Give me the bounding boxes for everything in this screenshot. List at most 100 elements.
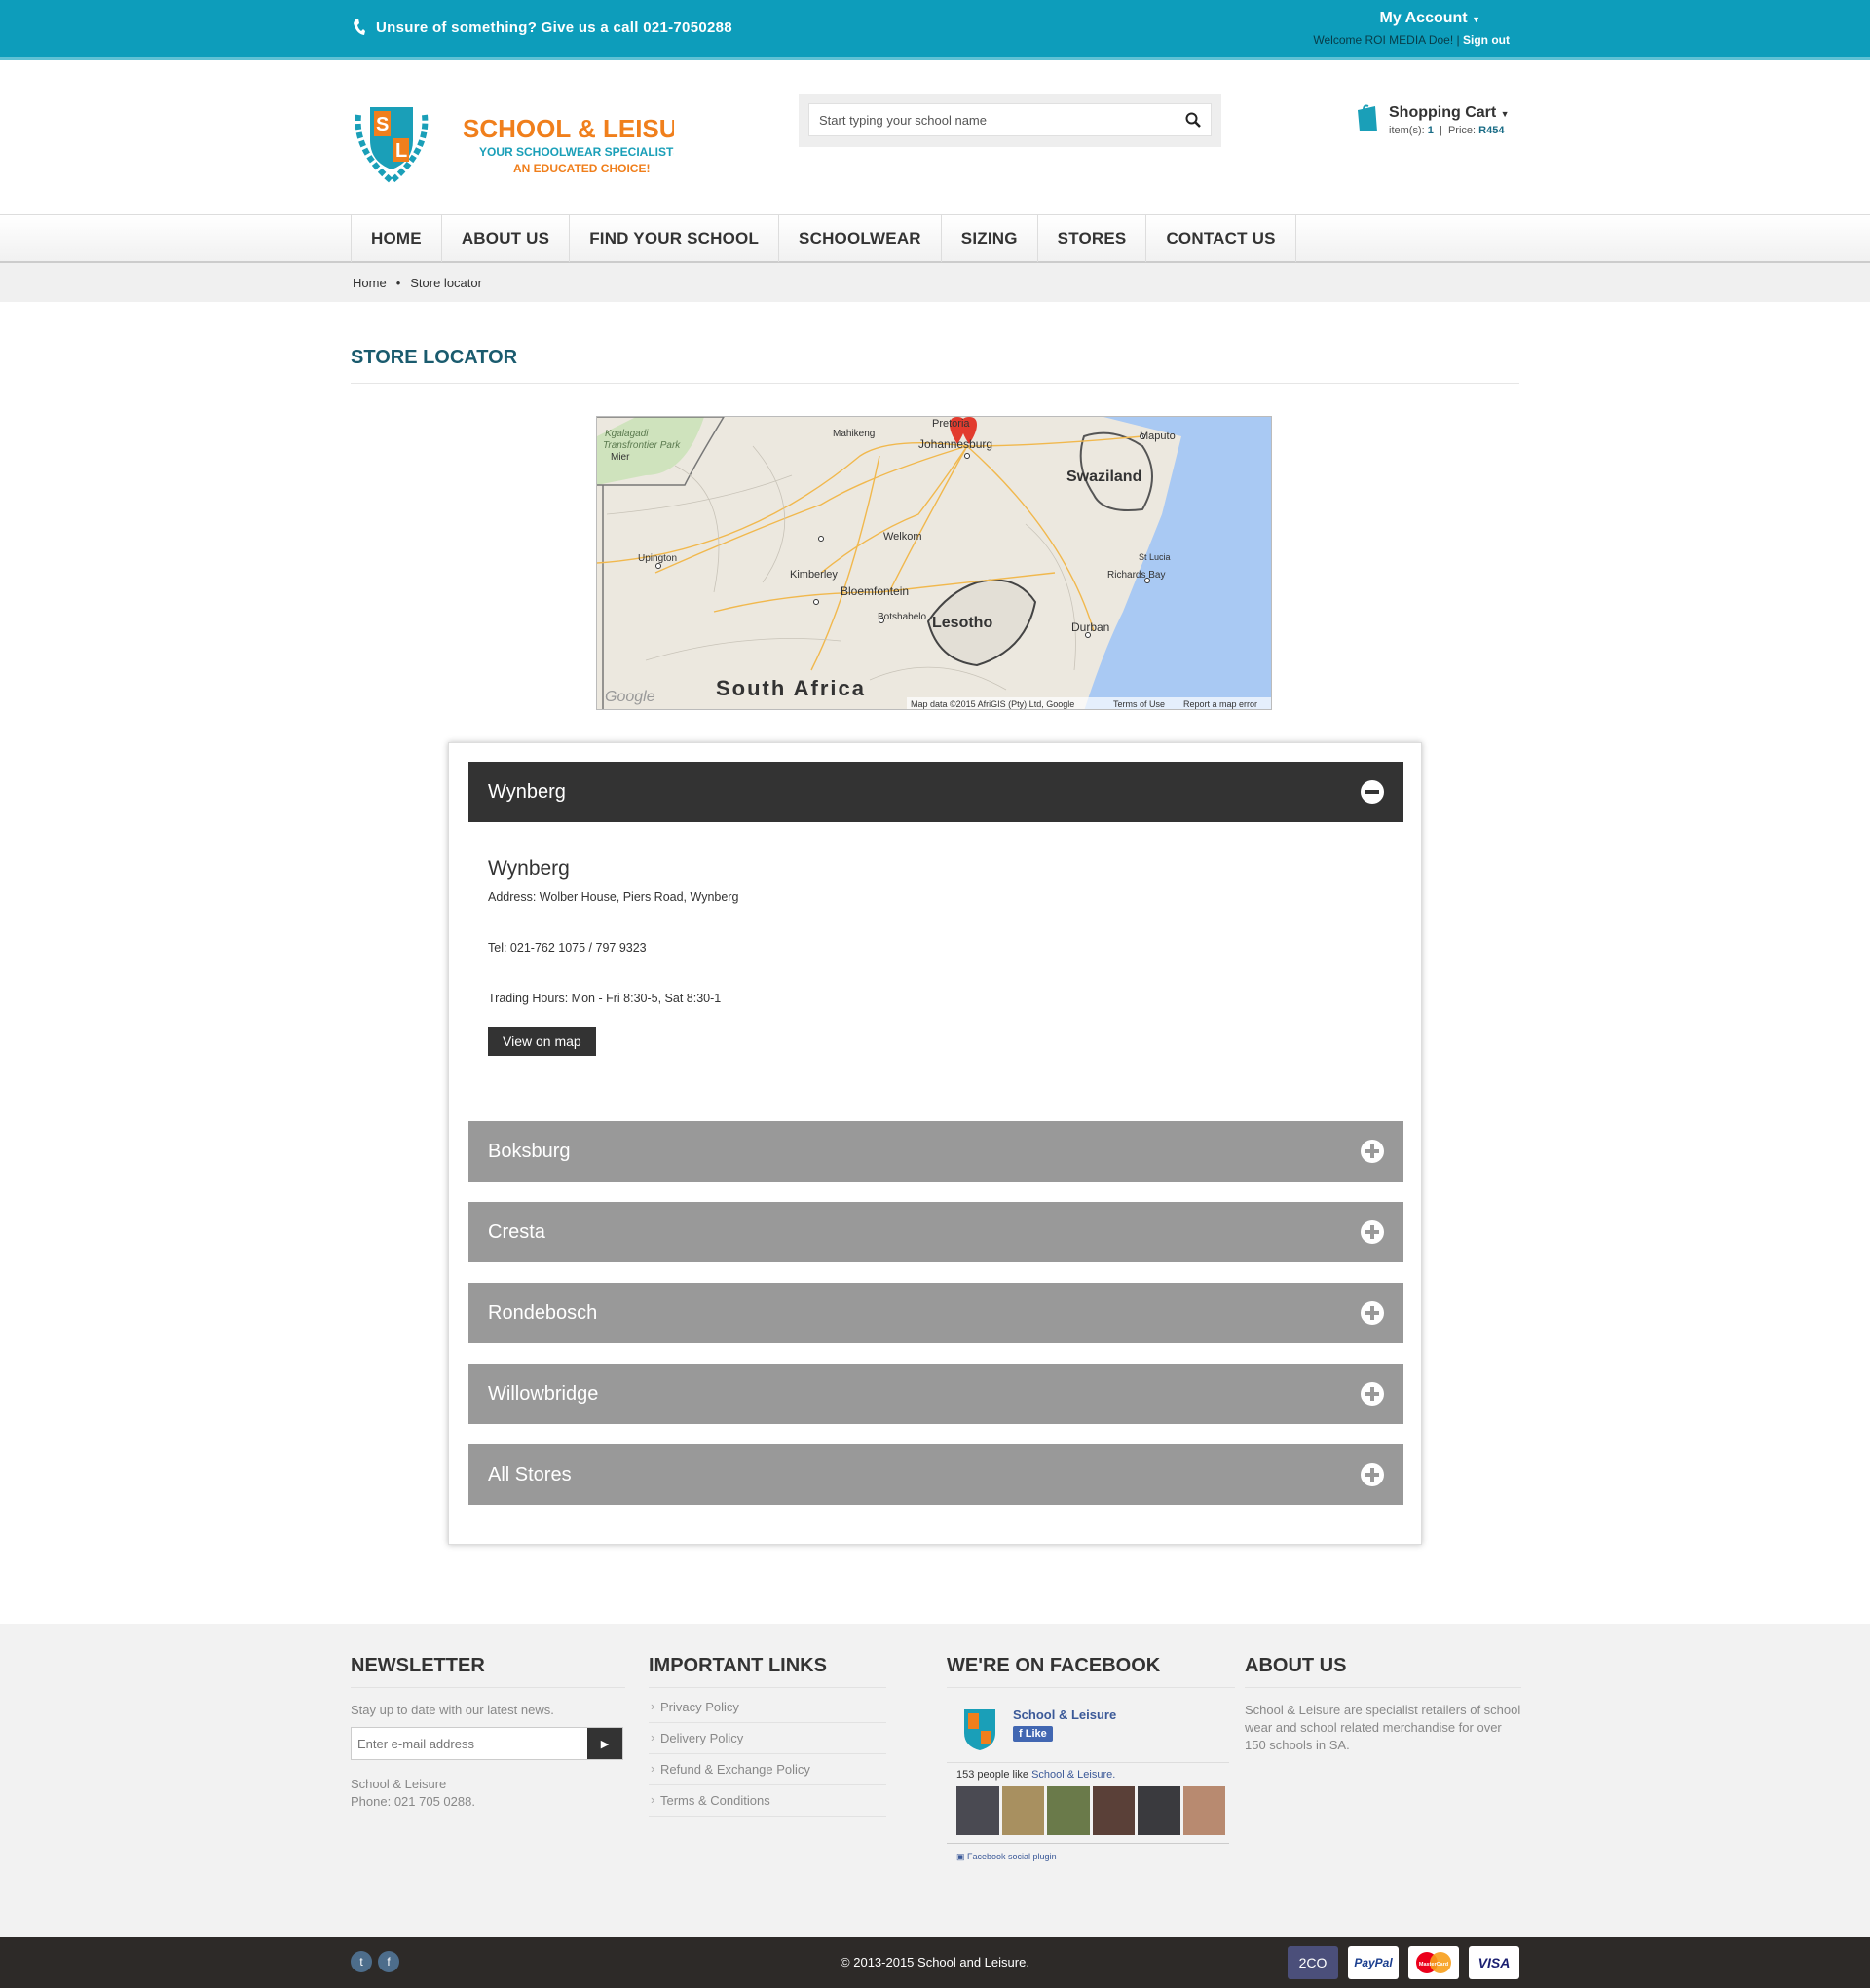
plus-circle-icon[interactable] xyxy=(1361,1140,1384,1163)
facebook-count-link[interactable]: School & Leisure. xyxy=(1031,1769,1115,1781)
phone-icon xyxy=(354,19,365,35)
facebook-like-button[interactable]: f Like xyxy=(1013,1726,1053,1742)
caret-down-icon: ▼ xyxy=(1472,15,1480,24)
breadcrumb: Home • Store locator xyxy=(0,263,1870,302)
store-map[interactable]: Pretoria Johannesburg Mahikeng Maputo Sw… xyxy=(596,416,1272,710)
map-terms-link[interactable]: Terms of Use xyxy=(1113,699,1165,709)
breadcrumb-home[interactable]: Home xyxy=(353,276,387,290)
facebook-fans xyxy=(947,1786,1235,1835)
fan-avatar[interactable] xyxy=(1092,1786,1135,1835)
map-report-link[interactable]: Report a map error xyxy=(1183,699,1257,709)
phone-callout: Unsure of something? Give us a call 021-… xyxy=(353,18,732,37)
map-label-durban: Durban xyxy=(1071,620,1109,634)
sign-out-link[interactable]: Sign out xyxy=(1463,33,1510,47)
store-accordion-title: All Stores xyxy=(488,1463,572,1485)
map-label-south-africa: South Africa xyxy=(716,676,866,700)
minus-circle-icon[interactable] xyxy=(1361,780,1384,804)
map-label-botshabelo: Botshabelo xyxy=(878,612,926,622)
map-label-johannesburg: Johannesburg xyxy=(918,437,992,451)
store-address: Address: Wolber House, Piers Road, Wynbe… xyxy=(488,890,739,904)
newsletter-submit-button[interactable]: ▶ xyxy=(587,1728,622,1759)
map-canvas: Pretoria Johannesburg Mahikeng Maputo Sw… xyxy=(597,417,1271,709)
mastercard-label: MasterCard xyxy=(1419,1962,1448,1968)
nav-item-home[interactable]: HOME xyxy=(352,215,442,262)
refund-policy-link[interactable]: Refund & Exchange Policy xyxy=(649,1754,886,1785)
search-placeholder: Start typing your school name xyxy=(819,112,987,128)
view-on-map-button[interactable]: View on map xyxy=(488,1027,596,1056)
map-label-richards-bay: Richards Bay xyxy=(1107,570,1165,581)
newsletter-heading: NEWSLETTER xyxy=(351,1655,625,1688)
map-label-lesotho: Lesotho xyxy=(932,615,992,631)
map-label-swaziland: Swaziland xyxy=(1066,469,1141,485)
map-label-kimberley: Kimberley xyxy=(790,569,838,581)
breadcrumb-separator: • xyxy=(395,276,401,290)
footer-phone: Phone: 021 705 0288. xyxy=(351,1794,475,1809)
plus-circle-icon[interactable] xyxy=(1361,1382,1384,1406)
newsletter-text: Stay up to date with our latest news. xyxy=(351,1703,554,1717)
main-nav: HOME ABOUT US FIND YOUR SCHOOL SCHOOLWEA… xyxy=(0,214,1870,263)
newsletter-form: ▶ xyxy=(351,1727,623,1760)
2co-logo: 2CO xyxy=(1288,1946,1338,1979)
logo-graphic: S L SCHOOL & LEISURE YOUR SCHOOLWEAR SPE… xyxy=(355,107,713,185)
map-label-maputo: Maputo xyxy=(1140,431,1176,442)
school-search: Start typing your school name xyxy=(799,94,1221,147)
map-attribution: Map data ©2015 AfriGIS (Pty) Ltd, Google xyxy=(911,699,1074,709)
map-label-mahikeng: Mahikeng xyxy=(833,429,875,439)
plus-circle-icon[interactable] xyxy=(1361,1220,1384,1244)
facebook-plugin-note[interactable]: ▣ Facebook social plugin xyxy=(947,1843,1229,1870)
facebook-like-count: 153 people like School & Leisure. xyxy=(947,1763,1235,1786)
facebook-icon: f xyxy=(1019,1728,1026,1740)
store-accordion-title: Willowbridge xyxy=(488,1382,599,1405)
map-label-pretoria: Pretoria xyxy=(932,418,970,430)
welcome-line: Welcome ROI MEDIA Doe! | Sign out xyxy=(1313,33,1510,47)
footer-links: IMPORTANT LINKS Privacy Policy Delivery … xyxy=(649,1655,886,1817)
facebook-icon: ▣ xyxy=(956,1852,968,1861)
store-accordion-wynberg[interactable]: Wynberg xyxy=(468,762,1403,822)
store-accordion-boksburg[interactable]: Boksburg xyxy=(468,1121,1403,1182)
fan-avatar[interactable] xyxy=(956,1786,999,1835)
nav-item-contact-us[interactable]: CONTACT US xyxy=(1146,215,1296,262)
store-accordion-rondebosch[interactable]: Rondebosch xyxy=(468,1283,1403,1343)
logo-tagline-1: YOUR SCHOOLWEAR SPECIALISTS xyxy=(479,145,674,159)
plus-circle-icon[interactable] xyxy=(1361,1463,1384,1486)
terms-link[interactable]: Terms & Conditions xyxy=(649,1785,886,1817)
nav-item-sizing[interactable]: SIZING xyxy=(942,215,1038,262)
nav-item-find-your-school[interactable]: FIND YOUR SCHOOL xyxy=(570,215,780,262)
cart-title: Shopping Cart xyxy=(1389,104,1497,121)
facebook-heading: WE'RE ON FACEBOOK xyxy=(947,1655,1235,1688)
nav-item-about-us[interactable]: ABOUT US xyxy=(442,215,571,262)
store-accordion-title: Cresta xyxy=(488,1220,545,1243)
map-label-st-lucia: St Lucia xyxy=(1139,552,1171,562)
fan-avatar[interactable] xyxy=(1138,1786,1180,1835)
privacy-policy-link[interactable]: Privacy Policy xyxy=(649,1692,886,1723)
paypal-logo: PayPal xyxy=(1348,1946,1399,1979)
site-logo[interactable]: S L SCHOOL & LEISURE YOUR SCHOOLWEAR SPE… xyxy=(353,101,713,185)
store-accordion-cresta[interactable]: Cresta xyxy=(468,1202,1403,1262)
store-list-panel: Wynberg Wynberg Address: Wolber House, P… xyxy=(448,742,1422,1545)
plus-circle-icon[interactable] xyxy=(1361,1301,1384,1325)
search-icon[interactable] xyxy=(1185,112,1201,128)
school-leisure-logo-icon xyxy=(964,1709,995,1750)
facebook-page-box: School & Leisure f Like xyxy=(947,1702,1229,1763)
store-accordion-willowbridge[interactable]: Willowbridge xyxy=(468,1364,1403,1424)
map-label-kgalagadi: Kgalagadi xyxy=(605,429,649,439)
about-text: School & Leisure are specialist retailer… xyxy=(1245,1703,1521,1752)
footer-company-name: School & Leisure xyxy=(351,1777,447,1791)
search-input[interactable]: Start typing your school name xyxy=(808,103,1212,136)
page: Unsure of something? Give us a call 021-… xyxy=(0,0,1870,1988)
fan-avatar[interactable] xyxy=(1001,1786,1044,1835)
delivery-policy-link[interactable]: Delivery Policy xyxy=(649,1723,886,1754)
map-label-upington: Upington xyxy=(638,553,677,564)
nav-item-schoolwear[interactable]: SCHOOLWEAR xyxy=(779,215,942,262)
logo-initial-l: L xyxy=(395,140,407,162)
email-field[interactable] xyxy=(352,1728,587,1759)
nav-item-stores[interactable]: STORES xyxy=(1038,215,1147,262)
shopping-cart[interactable]: Shopping Cart ▼ item(s): 1 | Price: R454 xyxy=(1356,104,1510,136)
fan-avatar[interactable] xyxy=(1047,1786,1090,1835)
account-area: My Account ▼ Welcome ROI MEDIA Doe! | Si… xyxy=(1313,10,1510,47)
my-account-menu[interactable]: My Account ▼ xyxy=(1313,10,1480,27)
copyright: © 2013-2015 School and Leisure. xyxy=(841,1955,1029,1969)
facebook-page-name[interactable]: School & Leisure xyxy=(1013,1707,1116,1722)
fan-avatar[interactable] xyxy=(1182,1786,1225,1835)
store-accordion-all-stores[interactable]: All Stores xyxy=(468,1444,1403,1505)
